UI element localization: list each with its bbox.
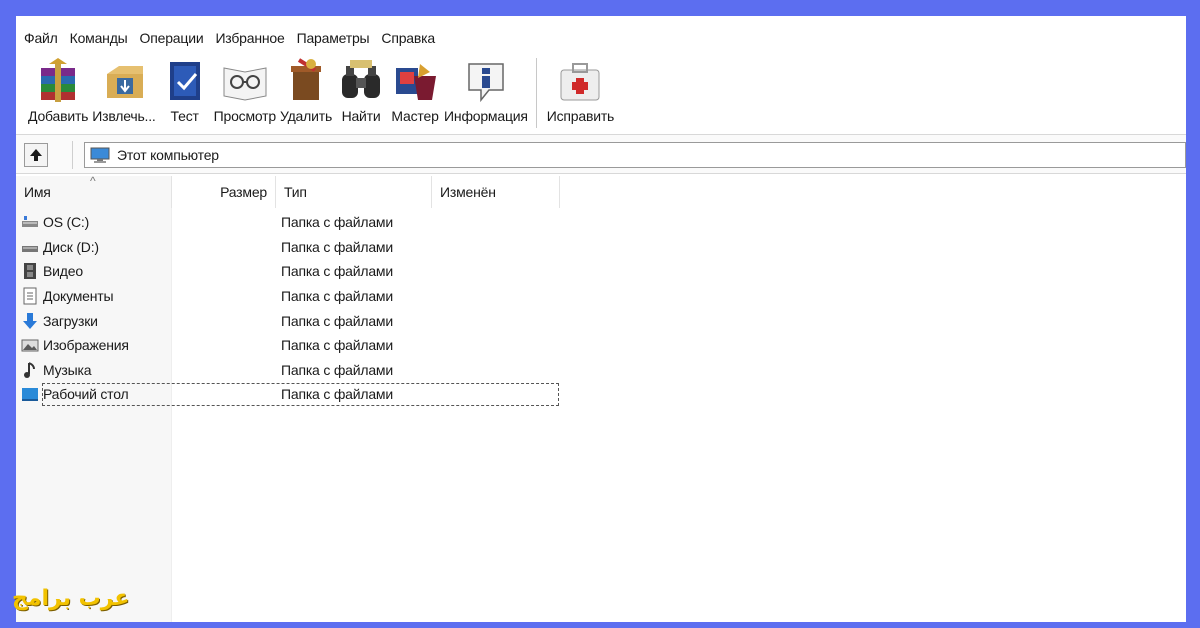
- repair-button[interactable]: Исправить: [547, 52, 614, 124]
- find-label: Найти: [341, 108, 381, 124]
- watermark-logo: عرب برامج: [12, 586, 130, 611]
- menu-options[interactable]: Параметры: [293, 28, 378, 48]
- extract-label: Извлечь...: [92, 108, 156, 124]
- file-type: Папка с файлами: [281, 238, 393, 255]
- winrar-window: Файл Команды Операции Избранное Параметр…: [16, 16, 1186, 622]
- column-type[interactable]: Тип: [276, 176, 432, 208]
- address-row: Этот компьютер: [16, 134, 1186, 174]
- menu-file[interactable]: Файл: [20, 28, 66, 48]
- file-row[interactable]: Музыка Папка с файлами: [16, 358, 561, 383]
- file-name: Документы: [43, 288, 114, 305]
- music-icon: [24, 361, 35, 378]
- delete-icon: [291, 58, 322, 100]
- file-name: OS (C:): [43, 214, 90, 231]
- file-name: Изображения: [43, 337, 129, 354]
- wizard-label: Мастер: [391, 108, 439, 124]
- file-name: Видео: [43, 263, 83, 280]
- view-button[interactable]: Просмотр: [214, 52, 276, 124]
- file-row[interactable]: Документы Папка с файлами: [16, 284, 561, 309]
- menu-help[interactable]: Справка: [377, 28, 443, 48]
- menu-favorites[interactable]: Избранное: [211, 28, 292, 48]
- wizard-button[interactable]: Мастер: [390, 52, 440, 124]
- file-type: Папка с файлами: [281, 361, 393, 378]
- column-header: ^ Имя Размер Тип Изменён: [16, 174, 561, 208]
- view-icon: [223, 67, 267, 101]
- sort-caret-icon: ^: [90, 174, 96, 188]
- repair-icon: [560, 63, 600, 101]
- computer-icon: [90, 147, 110, 163]
- file-row[interactable]: Загрузки Папка с файлами: [16, 308, 561, 333]
- find-icon: [342, 60, 381, 98]
- file-row[interactable]: Диск (D:) Папка с файлами: [16, 235, 561, 260]
- column-modified[interactable]: Изменён: [432, 176, 560, 208]
- file-type: Папка с файлами: [281, 263, 393, 280]
- video-icon: [24, 263, 36, 280]
- file-name: Загрузки: [43, 312, 98, 329]
- focus-rectangle: [42, 383, 559, 407]
- desktop-icon: [22, 388, 38, 402]
- file-name: Музыка: [43, 361, 92, 378]
- add-archive-icon: [41, 58, 76, 102]
- column-size[interactable]: Размер: [172, 176, 276, 208]
- file-type: Папка с файлами: [281, 214, 393, 231]
- address-path: Этот компьютер: [117, 147, 219, 163]
- menu-operations[interactable]: Операции: [136, 28, 212, 48]
- menu-commands[interactable]: Команды: [66, 28, 136, 48]
- add-button[interactable]: Добавить: [28, 52, 88, 124]
- file-row[interactable]: Изображения Папка с файлами: [16, 333, 561, 358]
- file-row[interactable]: OS (C:) Папка с файлами: [16, 210, 561, 235]
- file-name: Диск (D:): [43, 238, 99, 255]
- info-icon: [468, 63, 504, 103]
- downloads-icon: [23, 312, 37, 329]
- test-button[interactable]: Тест: [160, 52, 210, 124]
- info-label: Информация: [444, 108, 528, 124]
- test-icon: [169, 62, 200, 100]
- menu-bar: Файл Команды Операции Избранное Параметр…: [16, 26, 1186, 50]
- toolbar: Добавить Извлечь... Тест Просмотр Удалит…: [16, 52, 1186, 130]
- find-button[interactable]: Найти: [336, 52, 386, 124]
- extract-icon: [106, 66, 143, 98]
- file-type: Папка с файлами: [281, 337, 393, 354]
- pictures-icon: [21, 339, 39, 352]
- divider: [72, 141, 73, 169]
- repair-label: Исправить: [546, 108, 615, 124]
- file-type: Папка с файлами: [281, 288, 393, 305]
- add-label: Добавить: [28, 108, 89, 124]
- toolbar-separator: [535, 58, 537, 128]
- file-rows: OS (C:) Папка с файлами Диск (D:) Папка …: [16, 210, 561, 407]
- arrow-up-icon: [30, 149, 42, 161]
- address-bar[interactable]: Этот компьютер: [84, 142, 1186, 168]
- file-row-selected[interactable]: Рабочий стол Папка с файлами: [16, 382, 561, 407]
- extract-button[interactable]: Извлечь...: [92, 52, 156, 124]
- documents-icon: [23, 287, 37, 305]
- delete-button[interactable]: Удалить: [280, 52, 332, 124]
- drive-icon: [22, 245, 38, 252]
- file-list: ^ Имя Размер Тип Изменён OS (C:) Папка с…: [16, 174, 1186, 622]
- delete-label: Удалить: [279, 108, 333, 124]
- info-button[interactable]: Информация: [444, 52, 528, 124]
- file-type: Папка с файлами: [281, 312, 393, 329]
- wizard-icon: [396, 64, 437, 100]
- view-label: Просмотр: [213, 108, 277, 124]
- file-row[interactable]: Видео Папка с файлами: [16, 259, 561, 284]
- test-label: Тест: [170, 108, 199, 124]
- up-folder-button[interactable]: [24, 143, 48, 167]
- drive-icon: [22, 216, 38, 228]
